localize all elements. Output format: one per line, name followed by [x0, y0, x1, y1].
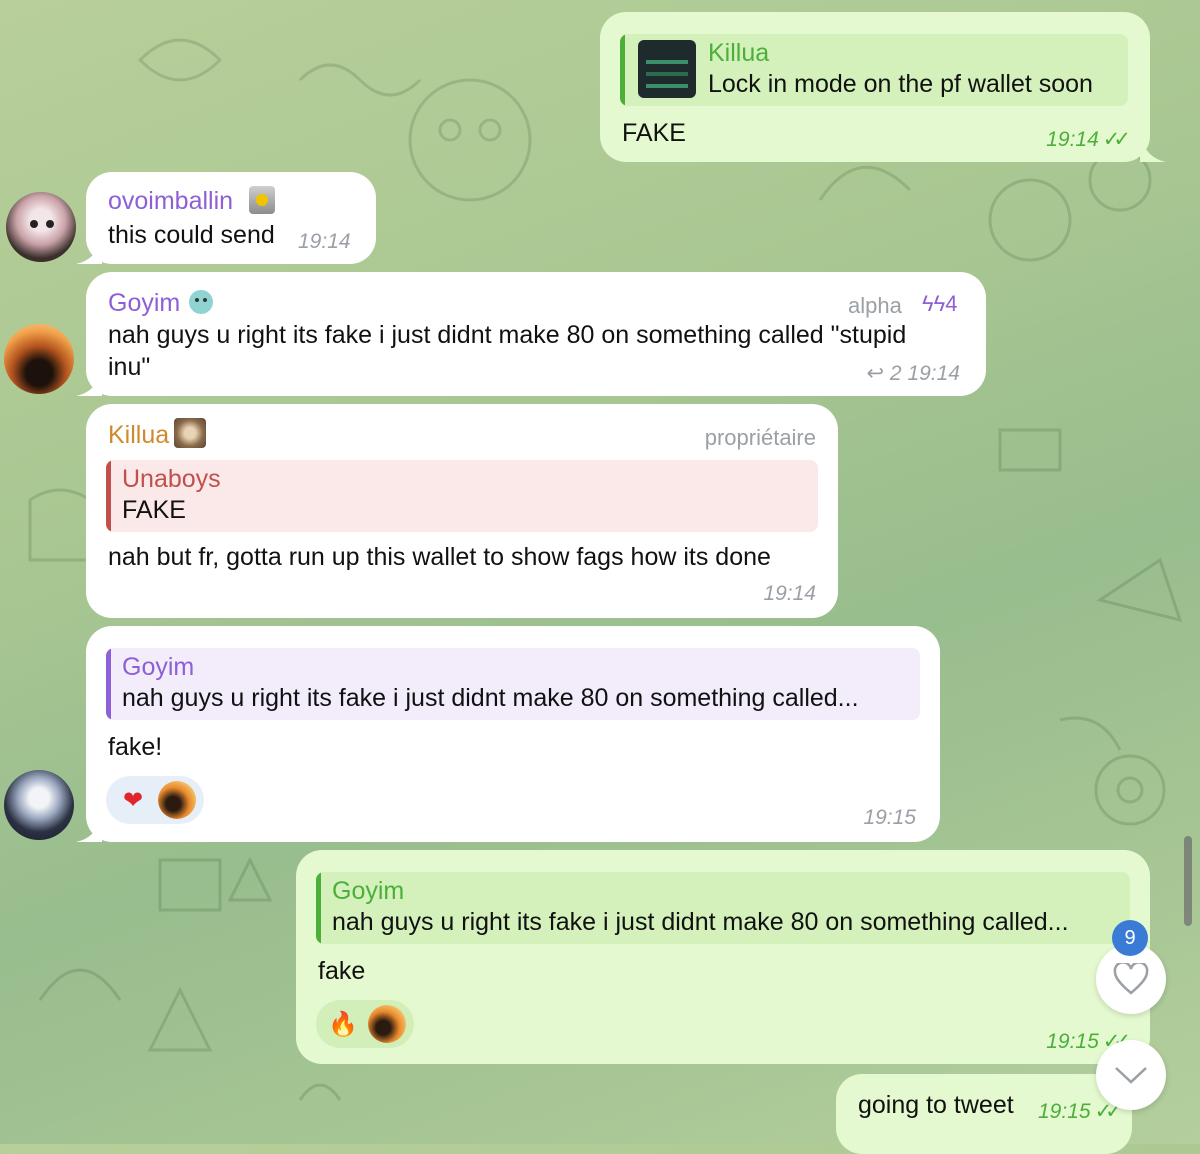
message-text: going to tweet — [858, 1091, 1014, 1119]
message-text: fake — [318, 957, 366, 985]
message-text: FAKE — [622, 119, 686, 147]
monkey-emoji-icon — [174, 418, 206, 448]
boost-icon: ϟϟ — [922, 291, 946, 316]
boost-indicator: ϟϟ4 — [922, 291, 958, 316]
quote-text: nah guys u right its fake i just didnt m… — [332, 908, 1069, 936]
read-checkmarks-icon: ✓✓ — [1102, 128, 1131, 151]
message-bubble-outgoing[interactable]: Goyim nah guys u right its fake i just d… — [296, 850, 1150, 1064]
reaction-user-avatar — [368, 1005, 406, 1043]
heart-outline-icon — [1113, 963, 1149, 995]
message-bubble-incoming[interactable]: ovoimballin this could send 19:14 — [86, 172, 376, 264]
message-bubble-incoming[interactable]: Goyim nah guys u right its fake i just d… — [86, 626, 940, 842]
reply-quote[interactable]: Unaboys FAKE — [106, 460, 818, 532]
message-text: fake! — [108, 733, 163, 761]
message-time: 19:14 ✓✓ — [1046, 124, 1131, 155]
message-time: 19:14 — [763, 582, 816, 605]
avatar-ovoimballin[interactable] — [6, 192, 76, 262]
member-tag: propriétaire — [704, 425, 816, 450]
quote-sender-name: Unaboys — [122, 465, 221, 493]
reply-count: 2 — [889, 362, 902, 385]
message-bubble-outgoing[interactable]: going to tweet 19:15 ✓✓ — [836, 1074, 1132, 1154]
message-text-line2: inu" — [108, 353, 151, 381]
quote-text: Lock in mode on the pf wallet soon — [708, 70, 1093, 98]
sender-name[interactable]: Killua — [108, 420, 169, 451]
reply-quote[interactable]: Goyim nah guys u right its fake i just d… — [316, 872, 1130, 944]
message-text: nah but fr, gotta run up this wallet to … — [108, 543, 771, 571]
message-time: 19:14 — [298, 230, 351, 253]
fire-emoji-reaction[interactable]: 🔥 — [324, 1009, 362, 1040]
message-bubble-incoming[interactable]: Goyim alpha ϟϟ4 nah guys u right its fak… — [86, 272, 986, 396]
reply-arrow-icon: ↩ — [866, 362, 885, 385]
avatar-killua[interactable] — [4, 770, 74, 840]
message-text-line1: nah guys u right its fake i just didnt m… — [108, 321, 907, 349]
bubble-tail — [1140, 136, 1166, 162]
quote-text: nah guys u right its fake i just didnt m… — [122, 684, 859, 712]
message-bubble-incoming[interactable]: Killua propriétaire Unaboys FAKE nah but… — [86, 404, 838, 618]
message-text: this could send — [108, 221, 275, 249]
scroll-down-button[interactable] — [1096, 1040, 1166, 1110]
message-bubble-outgoing[interactable]: Killua Lock in mode on the pf wallet soo… — [600, 12, 1150, 162]
quote-sender-name: Killua — [708, 39, 770, 67]
member-tag: alpha — [848, 293, 902, 318]
message-time: 19:15 — [863, 806, 916, 829]
sender-name[interactable]: Goyim — [108, 288, 180, 319]
quote-sender-name: Goyim — [122, 653, 195, 681]
quote-text: FAKE — [122, 496, 186, 524]
quote-sender-name: Goyim — [332, 877, 405, 905]
reactions-bar[interactable]: ❤ — [106, 776, 204, 824]
quote-thumbnail — [638, 40, 696, 98]
reaction-user-avatar — [158, 781, 196, 819]
avatar-goyim[interactable] — [4, 324, 74, 394]
sender-name[interactable]: ovoimballin — [108, 186, 233, 217]
message-meta[interactable]: ↩ 2 19:14 — [866, 358, 960, 389]
reply-quote[interactable]: Goyim nah guys u right its fake i just d… — [106, 648, 920, 720]
emoji-badge-icon — [249, 186, 275, 214]
unread-reactions-badge: 9 — [1112, 920, 1148, 956]
reactions-bar[interactable]: 🔥 — [316, 1000, 414, 1048]
message-time: 19:15 ✓✓ — [1038, 1096, 1123, 1127]
reply-quote[interactable]: Killua Lock in mode on the pf wallet soo… — [620, 34, 1128, 106]
emoji-badge-icon — [186, 288, 216, 316]
heart-emoji-reaction[interactable]: ❤ — [114, 785, 152, 816]
message-time: 19:14 — [907, 362, 960, 385]
chevron-down-icon — [1115, 1067, 1147, 1084]
scrollbar-thumb[interactable] — [1184, 836, 1192, 926]
